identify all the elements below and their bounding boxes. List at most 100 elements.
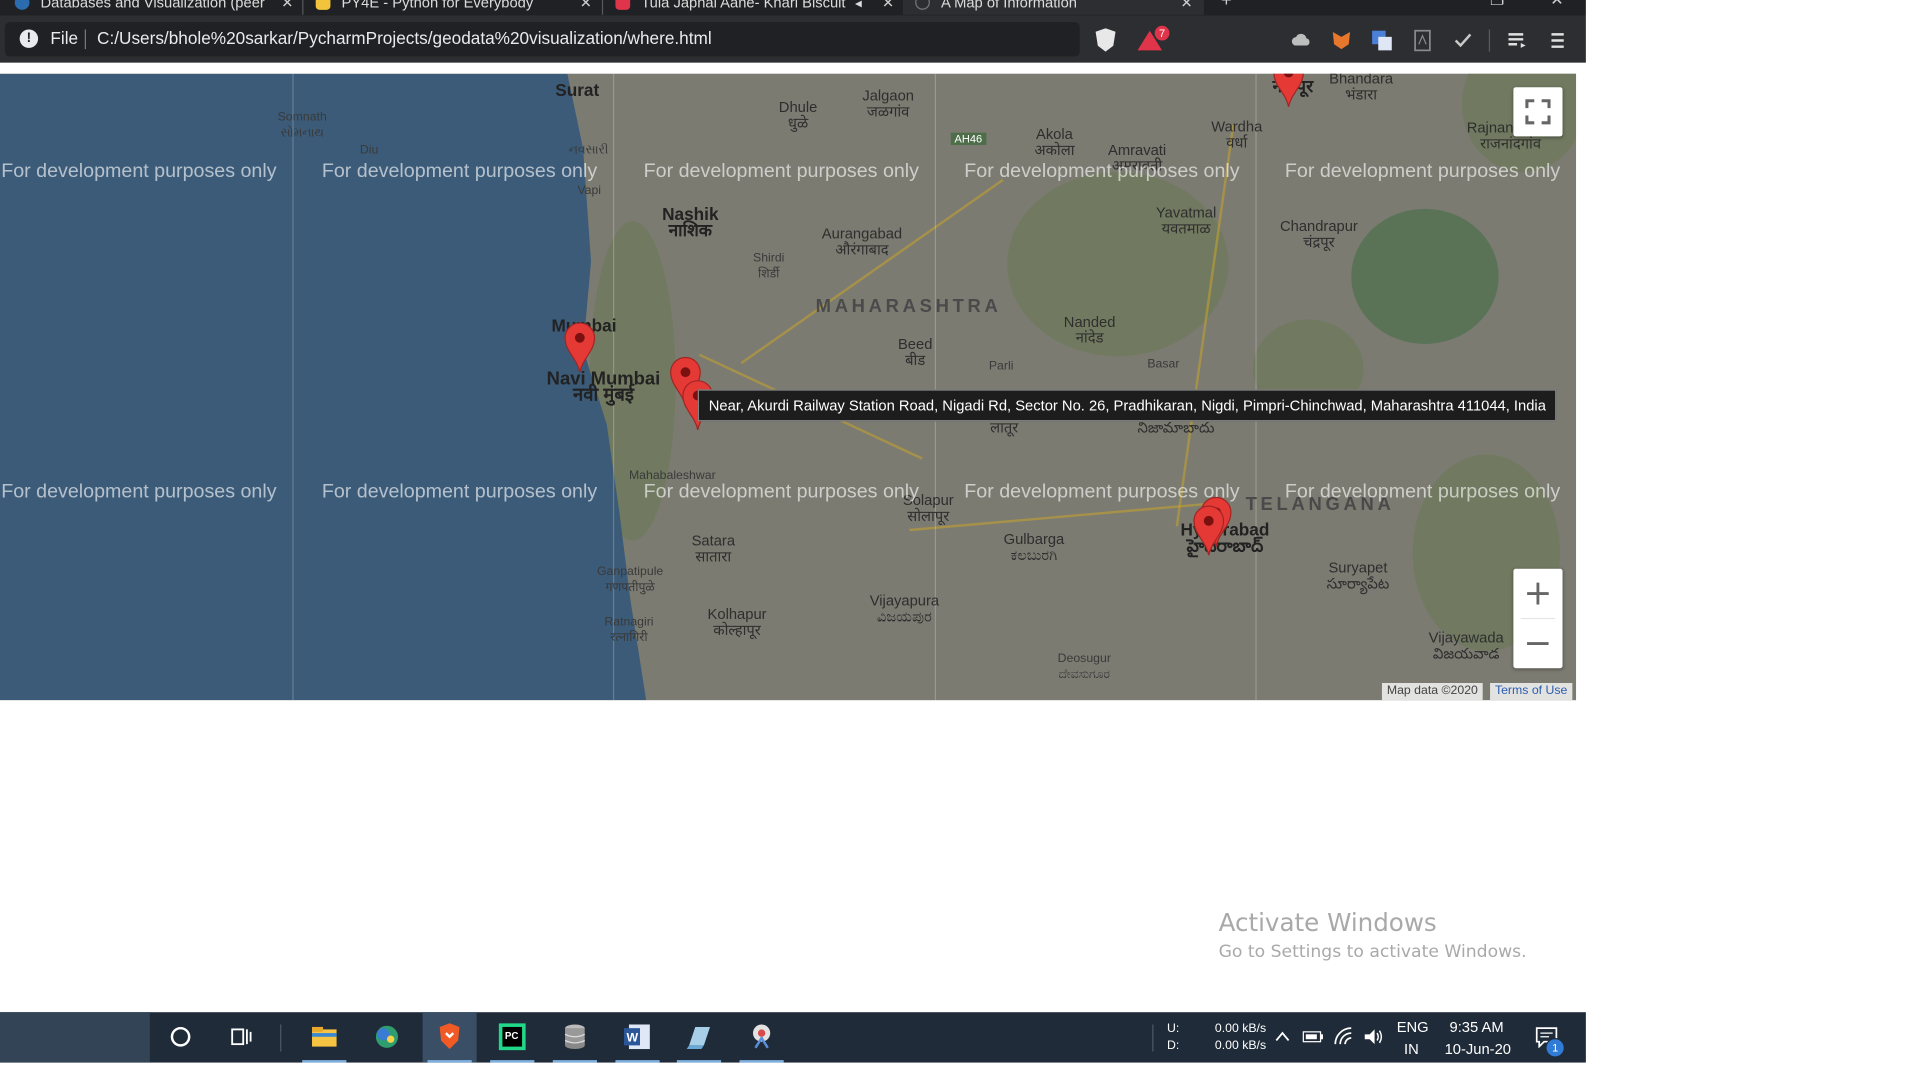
map-marker-icon[interactable] <box>564 322 596 374</box>
close-window-icon[interactable]: ✕ <box>1550 0 1563 10</box>
zoom-in-button[interactable]: + <box>1513 569 1562 618</box>
watermark: For development purposes only <box>321 160 598 182</box>
fullscreen-button[interactable] <box>1513 87 1563 137</box>
tab-databases[interactable]: Databases and Visualization (peer ✕ <box>0 0 301 15</box>
terrain-green <box>1351 208 1499 344</box>
fox-icon[interactable] <box>1330 29 1352 51</box>
taskbar-file-explorer[interactable] <box>297 1012 351 1063</box>
wifi-icon[interactable] <box>1334 1027 1356 1047</box>
tab-close-icon[interactable]: ✕ <box>882 0 894 11</box>
new-tab-icon[interactable]: + <box>1221 0 1232 11</box>
zoom-out-button[interactable]: − <box>1513 619 1562 668</box>
clock-date[interactable]: 10-Jun-20 <box>1445 1040 1511 1057</box>
tile-seam <box>292 73 294 701</box>
battery-icon[interactable] <box>1302 1028 1324 1045</box>
tab-py4e[interactable]: PY4E - Python for Everybody ✕ <box>303 0 600 15</box>
taskbar-database[interactable] <box>548 1012 602 1063</box>
word-icon: W <box>624 1024 650 1050</box>
speaker-icon[interactable]: ◂ <box>855 0 862 10</box>
city-label: Kolhapur कोल्हापूर <box>707 605 767 639</box>
watermark: For development purposes only <box>1284 160 1561 182</box>
task-view-icon[interactable] <box>228 1024 253 1049</box>
check-icon[interactable] <box>1452 29 1474 51</box>
site-info-icon[interactable]: ! <box>19 29 39 48</box>
tab-title: PY4E - Python for Everybody <box>341 0 534 12</box>
running-indicator <box>739 1060 784 1063</box>
taskbar-word[interactable]: W <box>611 1012 665 1063</box>
file-explorer-icon <box>312 1026 337 1047</box>
brave-icon <box>439 1023 460 1050</box>
watermark: For development purposes only <box>643 160 919 182</box>
running-indicator <box>615 1060 660 1063</box>
taskbar-edge[interactable] <box>360 1012 414 1062</box>
terms-link[interactable]: Terms of Use <box>1490 682 1573 701</box>
translate-icon[interactable] <box>1371 29 1393 51</box>
snipping-icon <box>753 1024 771 1049</box>
watermark: For development purposes only <box>1 481 277 503</box>
clock-time[interactable]: 9:35 AM <box>1450 1018 1504 1035</box>
city-label: Parli <box>988 359 1014 374</box>
tab-close-icon[interactable]: ✕ <box>281 0 293 11</box>
city-label: Nashik नाशिक <box>662 203 719 240</box>
running-indicator <box>490 1060 535 1063</box>
city-label: Gulbarga ಕಲಬುರಗಿ <box>1003 530 1065 564</box>
city-label: Ratnagiri रत्नागिरी <box>604 615 654 645</box>
city-label: Navi Mumbai नवी मुंबई <box>546 368 661 406</box>
city-label: Ganpatipule गणपतीपुळे <box>597 565 664 595</box>
map-marker-icon[interactable] <box>1273 73 1305 108</box>
net-download-label: D: <box>1166 1039 1180 1053</box>
tile-seam <box>1255 73 1257 701</box>
cloud-icon[interactable] <box>1290 29 1312 51</box>
tab-strip: Databases and Visualization (peer ✕ PY4E… <box>0 0 1586 16</box>
region-indicator[interactable]: IN <box>1404 1040 1419 1057</box>
address-bar[interactable]: ! File C:/Users/bhole%20sarkar/PycharmPr… <box>4 22 1080 57</box>
start-area[interactable] <box>0 1012 150 1063</box>
cortana-icon[interactable] <box>168 1024 193 1049</box>
taskbar-snipping[interactable] <box>735 1012 789 1063</box>
taskbar-pycharm[interactable]: PC <box>485 1012 539 1063</box>
fullscreen-icon <box>1525 99 1551 125</box>
language-indicator[interactable]: ENG <box>1397 1018 1429 1035</box>
taskbar-notepad[interactable] <box>672 1012 726 1063</box>
brave-shields-icon[interactable] <box>1095 28 1116 52</box>
watermark: For development purposes only <box>964 160 1240 182</box>
map-marker-icon[interactable] <box>1193 505 1225 557</box>
taskbar-brave[interactable] <box>422 1012 477 1063</box>
pdf-icon[interactable] <box>1411 29 1433 52</box>
watermark: For development purposes only <box>1284 481 1561 503</box>
city-label: Surat <box>555 79 600 100</box>
running-indicator <box>302 1060 347 1063</box>
city-label: Somnath સોમનાથ <box>277 110 327 141</box>
city-label: Aurangabad औरंगाबाद <box>821 224 903 258</box>
running-indicator <box>676 1060 722 1063</box>
zoom-control: + − <box>1513 568 1563 669</box>
restore-window-icon[interactable]: ❐ <box>1490 0 1504 10</box>
tab-music[interactable]: Tula Japhal Aane- Khari Biscuit ◂ ✕ <box>603 0 902 15</box>
tab-favicon-icon <box>915 0 930 10</box>
pycharm-icon: PC <box>498 1023 526 1051</box>
tab-close-icon[interactable]: ✕ <box>580 0 592 11</box>
city-label: Beed बीड <box>897 335 933 369</box>
taskbar-divider <box>1152 1024 1154 1052</box>
city-label: Vijayapura ವಿಜಯಪುರ <box>869 592 940 626</box>
city-label: Chandrapur चंद्रपूर <box>1279 217 1358 251</box>
url-text[interactable]: C:/Users/bhole%20sarkar/PycharmProjects/… <box>97 28 712 48</box>
google-map[interactable]: MAHARASHTRA TELANGANA Surat Dhule धुळे Ja… <box>0 73 1577 701</box>
city-label: Shirdi शिर्डी <box>753 251 785 282</box>
taskbar-divider <box>280 1024 282 1052</box>
menu-icon[interactable] <box>1547 29 1569 51</box>
net-upload-label: U: <box>1166 1022 1180 1036</box>
activate-windows-title: Activate Windows <box>1218 907 1437 938</box>
reading-list-icon[interactable] <box>1506 29 1528 51</box>
tab-title: Tula Japhal Aane- Khari Biscuit <box>641 0 846 12</box>
volume-icon[interactable] <box>1362 1027 1384 1047</box>
svg-text:PC: PC <box>505 1031 519 1042</box>
tab-map-of-information[interactable]: A Map of Information ✕ <box>902 0 1204 15</box>
chevron-up-icon[interactable] <box>1274 1029 1291 1044</box>
notepad-icon <box>686 1026 711 1050</box>
city-label: Vapi <box>577 184 602 198</box>
tab-close-icon[interactable]: ✕ <box>1180 0 1192 11</box>
tab-favicon-icon <box>315 0 331 10</box>
terrain-green <box>1007 171 1229 357</box>
city-label: Diu <box>359 143 379 158</box>
